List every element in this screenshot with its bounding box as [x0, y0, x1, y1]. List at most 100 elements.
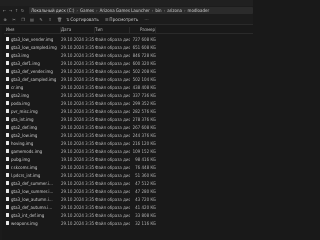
- file-size: 47 280 КБ: [135, 188, 156, 194]
- file-date: 29.10.2024 3:35: [61, 84, 95, 90]
- breadcrumb-item-drive[interactable]: Локальный диск (C:): [31, 7, 74, 14]
- file-row[interactable]: gta3_int_def.img 29.10.2024 3:35 Файл обра…: [4, 211, 253, 219]
- file-icon: [6, 101, 9, 105]
- file-row[interactable]: gta3_def_sampled.img 29.10.2024 3:35 Файл …: [4, 75, 253, 83]
- file-row[interactable]: gta3_low_vender.img 29.10.2024 3:35 Файл о…: [4, 35, 253, 43]
- file-row[interactable]: gamemods.img 29.10.2024 3:35 Файл образа д…: [4, 147, 253, 155]
- file-row[interactable]: gta_int.img 29.10.2024 3:35 Файл образа ди…: [4, 115, 253, 123]
- file-row[interactable]: gta2_def.img 29.10.2024 3:35 Файл образа д…: [4, 123, 253, 131]
- file-type: Файл образа диска: [95, 188, 130, 194]
- file-row[interactable]: weapons.img 29.10.2024 3:35 Файл образа ди…: [4, 219, 253, 227]
- command-bar: ⊕ ✂ ❐ ▤ ✎ ⇪ 🗑 ⇅ Сортировать ☰ Просмотрет…: [0, 15, 253, 25]
- navigation-pane: [0, 26, 2, 240]
- breadcrumb[interactable]: Локальный диск (C:) › Games › Arizona Ga…: [29, 7, 253, 14]
- file-type: Файл образа диска: [95, 132, 130, 138]
- file-size: 43 720 КБ: [135, 196, 156, 202]
- file-type: Файл образа диска: [95, 148, 130, 154]
- file-row[interactable]: hoving.img 29.10.2024 3:35Файл образа дис…: [4, 139, 253, 147]
- column-header-date[interactable]: Дата: [61, 27, 95, 33]
- file-row[interactable]: gta3_def1.img 29.10.2024 3:35 Файл образа …: [4, 59, 253, 67]
- file-icon: [6, 45, 9, 49]
- cut-icon[interactable]: ✂: [12, 17, 16, 22]
- file-row[interactable]: gta3_def_summer.i... 29.10.2024 3:35 Файл …: [4, 179, 253, 187]
- copy-icon[interactable]: ❐: [21, 17, 25, 22]
- file-size: 41 420 КБ: [135, 204, 156, 210]
- file-size: 267 608 КБ: [132, 124, 156, 130]
- file-name: gta3_low_vender.img: [11, 36, 54, 42]
- file-name-cell: gta3_low_autumn.i...: [4, 197, 61, 202]
- file-name: weapons.img: [11, 220, 38, 226]
- file-date: 29.10.2024 3:35: [61, 52, 95, 58]
- file-date: 29.10.2024 3:35: [61, 148, 95, 154]
- column-header-name[interactable]: Имя: [4, 27, 61, 33]
- chevron-right-icon: ›: [76, 8, 79, 13]
- breadcrumb-item-launcher[interactable]: Arizona Games Launcher: [100, 7, 150, 14]
- sort-button[interactable]: ⇅ Сортировать: [66, 17, 99, 22]
- file-size: 282 576 КБ: [132, 108, 156, 114]
- breadcrumb-item-bin[interactable]: bin: [155, 7, 161, 14]
- file-type: Файл образа диска: [95, 196, 130, 202]
- file-type: Файл образа диска: [95, 212, 130, 218]
- breadcrumb-item-arizona[interactable]: arizona: [167, 7, 182, 14]
- chevron-right-icon: ›: [96, 8, 98, 13]
- file-size: 502 104 КБ: [132, 76, 156, 82]
- file-name: gta_int.img: [11, 116, 34, 122]
- more-options-icon[interactable]: ⋯: [144, 17, 148, 22]
- file-row[interactable]: pvr_misc.img 29.10.2024 3:35 Файл образа д…: [4, 107, 253, 115]
- file-name-cell: gta2.img: [4, 93, 61, 98]
- file-date: 19.10.2024 3:35: [61, 156, 95, 162]
- file-date: 29.10.2024 3:35: [61, 68, 95, 74]
- file-size: 109 152 КБ: [132, 148, 156, 154]
- file-row[interactable]: gta3_low_autumn.i... 29.10.2024 3:35 Файл …: [4, 195, 253, 203]
- refresh-icon[interactable]: ↻: [20, 8, 25, 13]
- file-name: pvr_misc.img: [11, 108, 38, 114]
- forward-arrow-icon[interactable]: →: [8, 8, 13, 13]
- file-row[interactable]: l.pdcrs_int.img 29.10.2024 3:35 Файл образ…: [4, 171, 253, 179]
- file-row[interactable]: r.skcoms.img 29.10.2024 3:35 Файл образа д…: [4, 163, 253, 171]
- file-date: 29.10.2024 3:35: [61, 172, 95, 178]
- file-size: 438 408 КБ: [132, 84, 156, 90]
- column-header-size[interactable]: Размер: [130, 27, 156, 33]
- file-size: 727 608 КБ: [132, 36, 156, 42]
- delete-icon[interactable]: 🗑: [57, 17, 62, 22]
- column-header-type[interactable]: Тип: [95, 27, 130, 33]
- file-row[interactable]: gta3_low_sampled.img 29.10.2024 3:35 Файл …: [4, 43, 253, 51]
- file-name: gta2.img: [11, 92, 29, 98]
- share-icon[interactable]: ⇪: [48, 17, 52, 22]
- file-name-cell: poda.img: [4, 101, 61, 106]
- view-button[interactable]: ☰ Просмотреть: [105, 17, 139, 22]
- file-row[interactable]: pubg.img 19.10.2024 3:35Файл образа диска…: [4, 155, 253, 163]
- back-arrow-icon[interactable]: ←: [2, 8, 7, 13]
- file-type: Файл образа диска: [95, 204, 130, 210]
- file-row[interactable]: gta2.img 29.10.2024 3:35Файл образа диска…: [4, 91, 253, 99]
- file-icon: [6, 77, 9, 81]
- chevron-right-icon: ›: [183, 8, 186, 13]
- file-name: r.skcoms.img: [11, 164, 38, 170]
- view-label: Просмотреть: [109, 17, 139, 22]
- file-icon: [6, 37, 9, 41]
- sort-label: Сортировать: [70, 17, 99, 22]
- file-type: Файл образа диска: [95, 156, 130, 162]
- rename-icon[interactable]: ✎: [39, 17, 43, 22]
- file-row[interactable]: gta3_def_autumn.i... 29.10.2024 3:35 Файл …: [4, 203, 253, 211]
- file-row[interactable]: gta2_low.img 29.10.2024 3:35 Файл образа д…: [4, 131, 253, 139]
- file-size: 502 208 КБ: [132, 68, 156, 74]
- file-icon: [6, 133, 9, 137]
- breadcrumb-item-modloader[interactable]: modloader: [188, 7, 210, 14]
- file-row[interactable]: gta3.img 29.10.2024 3:35Файл образа диска…: [4, 51, 253, 59]
- new-icon[interactable]: ⊕: [3, 17, 7, 22]
- file-row[interactable]: gta3_low_summer.i... 29.10.2024 3:35 Файл …: [4, 187, 253, 195]
- chevron-right-icon: ›: [151, 8, 154, 13]
- file-icon: [6, 93, 9, 97]
- file-name-cell: gta3_def_vender.img: [4, 69, 61, 74]
- file-row[interactable]: cr.img 29.10.2024 3:35Файл образа диска43…: [4, 83, 253, 91]
- file-row[interactable]: gta3_def_vender.img 29.10.2024 3:35 Файл о…: [4, 67, 253, 75]
- breadcrumb-item-games[interactable]: Games: [80, 7, 94, 14]
- file-row[interactable]: poda.img 29.10.2024 3:35Файл образа диска…: [4, 99, 253, 107]
- file-icon: [6, 109, 9, 113]
- file-name: cr.img: [11, 84, 24, 90]
- file-name-cell: gamemods.img: [4, 149, 61, 154]
- paste-icon[interactable]: ▤: [30, 17, 34, 22]
- up-arrow-icon[interactable]: ↑: [14, 8, 19, 13]
- file-type: Файл образа диска: [95, 36, 130, 42]
